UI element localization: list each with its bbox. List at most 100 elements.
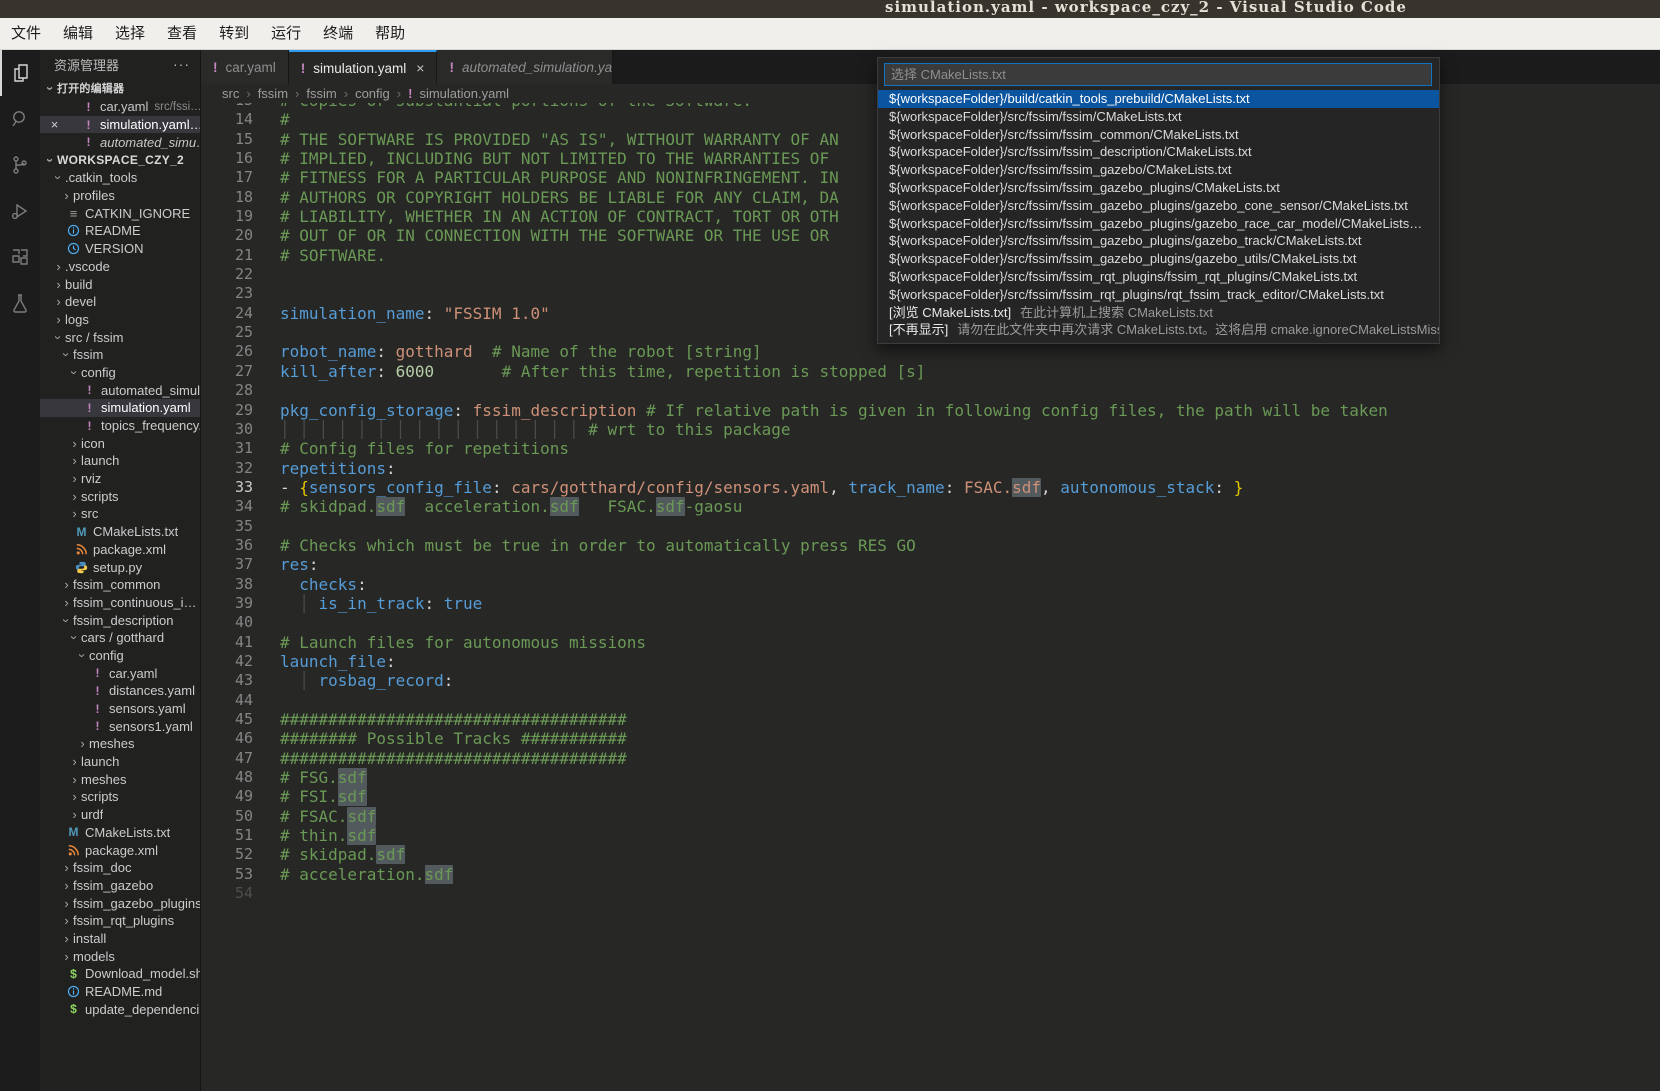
tree-folder[interactable]: ›urdf [40, 806, 200, 824]
line-content[interactable] [253, 517, 280, 536]
tree-file[interactable]: !simulation.yaml [40, 399, 200, 417]
tree-file[interactable]: !car.yaml [40, 664, 200, 682]
line-content[interactable]: repetitions: [253, 459, 396, 478]
line-number[interactable]: 41 [201, 633, 253, 652]
tree-folder[interactable]: ›config [40, 364, 200, 382]
line-number[interactable]: 44 [201, 691, 253, 710]
line-content[interactable] [253, 323, 280, 342]
editor-tab[interactable]: !automated_simulation.yaml [437, 50, 613, 84]
line-number[interactable]: 26 [201, 342, 253, 361]
line-number[interactable]: 34 [201, 497, 253, 516]
tree-folder[interactable]: ›src [40, 505, 200, 523]
line-number[interactable]: 30 [201, 420, 253, 439]
line-content[interactable] [253, 265, 280, 284]
tree-folder[interactable]: ›scripts [40, 487, 200, 505]
quick-open-item[interactable]: ${workspaceFolder}/src/fssim/fssim_gazeb… [878, 232, 1439, 250]
line-content[interactable]: # thin.sdf [253, 826, 376, 845]
line-number[interactable]: 21 [201, 246, 253, 265]
line-number[interactable]: 49 [201, 787, 253, 806]
quick-open-item[interactable]: ${workspaceFolder}/src/fssim/fssim_gazeb… [878, 197, 1439, 215]
tree-folder[interactable]: ›profiles [40, 187, 200, 205]
tree-folder[interactable]: ›fssim_rqt_plugins [40, 912, 200, 930]
line-number[interactable]: 31 [201, 439, 253, 458]
editor-tab[interactable]: !car.yaml [201, 50, 289, 84]
tree-folder[interactable]: ›install [40, 930, 200, 948]
line-number[interactable]: 28 [201, 381, 253, 400]
tree-file[interactable]: !automated_simul… [40, 381, 200, 399]
line-number[interactable]: 45 [201, 710, 253, 729]
line-content[interactable]: kill_after: 6000 # After this time, repe… [253, 362, 925, 381]
line-number[interactable]: 16 [201, 149, 253, 168]
line-content[interactable]: │ │ │ │ │ │ │ │ │ │ │ │ │ │ │ │ # wrt to… [253, 420, 791, 439]
tree-file[interactable]: package.xml [40, 841, 200, 859]
line-content[interactable]: checks: [253, 575, 367, 594]
menu-item[interactable]: 转到 [208, 18, 260, 50]
line-content[interactable] [253, 691, 280, 710]
tree-file[interactable]: $update_dependenci… [40, 1000, 200, 1018]
line-content[interactable]: # SOFTWARE. [253, 246, 386, 265]
line-number[interactable]: 22 [201, 265, 253, 284]
tree-folder[interactable]: ›fssim [40, 346, 200, 364]
line-content[interactable]: #################################### [253, 749, 627, 768]
line-number[interactable]: 23 [201, 284, 253, 303]
quick-open-item[interactable]: [不再显示]请勿在此文件夹中再次请求 CMakeLists.txt。这将启用 c… [878, 321, 1439, 339]
tree-folder[interactable]: ›fssim_common [40, 576, 200, 594]
quick-open-input[interactable] [884, 63, 1432, 86]
line-content[interactable]: #################################### [253, 710, 627, 729]
line-content[interactable] [253, 884, 280, 903]
open-editor-item[interactable]: !car.yamlsrc/fssi… [40, 98, 200, 116]
extensions-icon[interactable] [0, 234, 40, 280]
menu-item[interactable]: 帮助 [364, 18, 416, 50]
line-number[interactable]: 50 [201, 807, 253, 826]
line-content[interactable]: # LIABILITY, WHETHER IN AN ACTION OF CON… [253, 207, 839, 226]
tree-folder[interactable]: ›meshes [40, 735, 200, 753]
quick-open-item[interactable]: ${workspaceFolder}/src/fssim/fssim_rqt_p… [878, 268, 1439, 286]
menu-item[interactable]: 编辑 [52, 18, 104, 50]
tree-folder[interactable]: ›devel [40, 293, 200, 311]
quick-open-item[interactable]: ${workspaceFolder}/build/catkin_tools_pr… [878, 90, 1439, 108]
line-content[interactable]: # Checks which must be true in order to … [253, 536, 916, 555]
line-content[interactable]: │ rosbag_record: [253, 671, 453, 690]
menu-item[interactable]: 查看 [156, 18, 208, 50]
line-number[interactable]: 52 [201, 845, 253, 864]
tree-file[interactable]: package.xml [40, 541, 200, 559]
line-number[interactable]: 17 [201, 168, 253, 187]
tree-folder[interactable]: ›.catkin_tools [40, 169, 200, 187]
tree-folder[interactable]: ›logs [40, 311, 200, 329]
tree-file[interactable]: VERSION [40, 240, 200, 258]
tree-folder[interactable]: ›config [40, 647, 200, 665]
line-number[interactable]: 19 [201, 207, 253, 226]
explorer-icon[interactable] [0, 50, 40, 96]
open-editors-header[interactable]: › 打开的编辑器 [40, 78, 200, 98]
tree-file[interactable]: !distances.yaml [40, 682, 200, 700]
tree-folder[interactable]: ›fssim_description [40, 611, 200, 629]
tree-file[interactable]: README [40, 222, 200, 240]
tree-folder[interactable]: ›meshes [40, 770, 200, 788]
line-content[interactable]: # FSI.sdf [253, 787, 367, 806]
tree-folder[interactable]: ›icon [40, 434, 200, 452]
line-content[interactable]: # skidpad.sdf [253, 845, 405, 864]
breadcrumb-item[interactable]: fssim [306, 86, 336, 101]
line-content[interactable]: # THE SOFTWARE IS PROVIDED "AS IS", WITH… [253, 130, 839, 149]
line-content[interactable]: robot_name: gotthard # Name of the robot… [253, 342, 762, 361]
line-content[interactable]: # OUT OF OR IN CONNECTION WITH THE SOFTW… [253, 226, 829, 245]
line-number[interactable]: 25 [201, 323, 253, 342]
run-debug-icon[interactable] [0, 188, 40, 234]
line-number[interactable]: 42 [201, 652, 253, 671]
line-content[interactable]: # Launch files for autonomous missions [253, 633, 646, 652]
line-number[interactable]: 32 [201, 459, 253, 478]
tree-file[interactable]: setup.py [40, 558, 200, 576]
menu-item[interactable]: 终端 [312, 18, 364, 50]
open-editor-item[interactable]: ×!simulation.yaml… [40, 116, 200, 134]
line-number[interactable]: 40 [201, 613, 253, 632]
line-number[interactable]: 36 [201, 536, 253, 555]
quick-open-item[interactable]: ${workspaceFolder}/src/fssim/fssim_commo… [878, 126, 1439, 144]
tree-file[interactable]: MCMakeLists.txt [40, 523, 200, 541]
tree-file[interactable]: !sensors1.yaml [40, 717, 200, 735]
search-icon[interactable] [0, 96, 40, 142]
quick-open-item[interactable]: ${workspaceFolder}/src/fssim/fssim_gazeb… [878, 161, 1439, 179]
menu-item[interactable]: 选择 [104, 18, 156, 50]
tree-folder[interactable]: ›launch [40, 452, 200, 470]
line-content[interactable]: ######## Possible Tracks ########### [253, 729, 627, 748]
line-number[interactable]: 18 [201, 188, 253, 207]
